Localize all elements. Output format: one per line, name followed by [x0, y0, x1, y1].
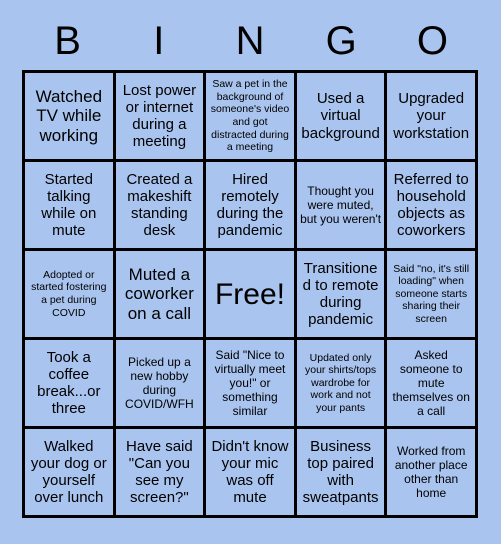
header-letter-g: G — [325, 19, 357, 63]
bingo-cell-label: Used a virtual background — [301, 90, 380, 142]
bingo-cell[interactable]: Started talking while on mute — [25, 162, 116, 251]
bingo-cell[interactable]: Used a virtual background — [296, 73, 388, 162]
bingo-cell[interactable]: Didn't know your mic was off mute — [206, 429, 297, 518]
bingo-cell-label: Walked your dog or yourself over lunch — [30, 437, 107, 507]
bingo-cell-label: Thought you were muted, but you weren't — [300, 183, 382, 227]
bingo-cell-label: Picked up a new hobby during COVID/WFH — [125, 354, 194, 412]
bingo-grid: Watched TV while working Lost power or i… — [22, 70, 478, 518]
bingo-cell-label: Lost power or internet during a meeting — [122, 81, 197, 151]
bingo-cell[interactable]: Transitioned to remote during pandemic — [296, 251, 388, 340]
bingo-cell-label: Started talking while on mute — [41, 170, 97, 240]
bingo-cell-label: Hired remotely during the pandemic — [216, 170, 284, 240]
bingo-cell-label: Business top paired with sweatpants — [302, 437, 379, 507]
bingo-cell-label: Said "Nice to virtually meet you!" or so… — [214, 347, 286, 419]
bingo-cell-label: Took a coffee break...or three — [37, 348, 101, 418]
header-letter-o: O — [416, 19, 448, 63]
bingo-cell[interactable]: Thought you were muted, but you weren't — [296, 162, 388, 251]
bingo-cell[interactable]: Hired remotely during the pandemic — [206, 162, 297, 251]
bingo-cell-label: Said "no, it's still loading" when someo… — [393, 262, 470, 325]
bingo-cell-label: Updated only your shirts/tops wardrobe f… — [304, 351, 377, 414]
bingo-cell-label: Muted a coworker on a call — [124, 264, 194, 323]
bingo-cell[interactable]: Upgraded your workstation — [387, 73, 478, 162]
bingo-cell[interactable]: Said "no, it's still loading" when someo… — [387, 251, 478, 340]
header-letter-n: N — [235, 19, 265, 63]
bingo-cell-label: Didn't know your mic was off mute — [211, 437, 289, 507]
bingo-cell[interactable]: Muted a coworker on a call — [115, 251, 207, 340]
bingo-cell[interactable]: Business top paired with sweatpants — [296, 429, 388, 518]
bingo-cell[interactable]: Walked your dog or yourself over lunch — [25, 429, 116, 518]
bingo-card: B I N G O Watched TV while working Lost … — [0, 0, 501, 544]
bingo-cell[interactable]: Watched TV while working — [25, 73, 116, 162]
bingo-cell-label: Have said "Can you see my screen?" — [126, 437, 193, 507]
bingo-header: B I N G O — [22, 14, 478, 68]
bingo-cell[interactable]: Saw a pet in the background of someone's… — [206, 73, 297, 162]
bingo-cell[interactable]: Referred to household objects as coworke… — [387, 162, 478, 251]
bingo-cell[interactable]: Took a coffee break...or three — [25, 340, 116, 429]
bingo-cell[interactable]: Updated only your shirts/tops wardrobe f… — [296, 340, 388, 429]
bingo-cell-label: Transitioned to remote during pandemic — [302, 259, 379, 329]
bingo-cell-label: Asked someone to mute themselves on a ca… — [392, 347, 470, 419]
bingo-cell-label: Watched TV while working — [35, 86, 103, 145]
bingo-cell[interactable]: Have said "Can you see my screen?" — [115, 429, 207, 518]
bingo-cell[interactable]: Adopted or started fostering a pet durin… — [25, 251, 116, 340]
bingo-cell-label: Adopted or started fostering a pet durin… — [31, 268, 107, 319]
bingo-cell[interactable]: Created a makeshift standing desk — [115, 162, 207, 251]
bingo-cell[interactable]: Picked up a new hobby during COVID/WFH — [115, 340, 207, 429]
bingo-cell[interactable]: Asked someone to mute themselves on a ca… — [387, 340, 478, 429]
bingo-cell-label: Free! — [214, 277, 285, 311]
bingo-cell-label: Upgraded your workstation — [393, 90, 470, 142]
bingo-cell-label: Worked from another place other than hom… — [394, 443, 468, 501]
bingo-cell[interactable]: Lost power or internet during a meeting — [115, 73, 207, 162]
header-letter-b: B — [54, 19, 81, 63]
bingo-cell-label: Referred to household objects as coworke… — [393, 170, 469, 240]
bingo-cell-label: Created a makeshift standing desk — [126, 170, 193, 240]
bingo-cell-free[interactable]: Free! — [206, 251, 297, 340]
bingo-cell[interactable]: Said "Nice to virtually meet you!" or so… — [206, 340, 297, 429]
header-letter-i: I — [153, 19, 165, 63]
bingo-cell[interactable]: Worked from another place other than hom… — [387, 429, 478, 518]
bingo-cell-label: Saw a pet in the background of someone's… — [210, 78, 290, 154]
